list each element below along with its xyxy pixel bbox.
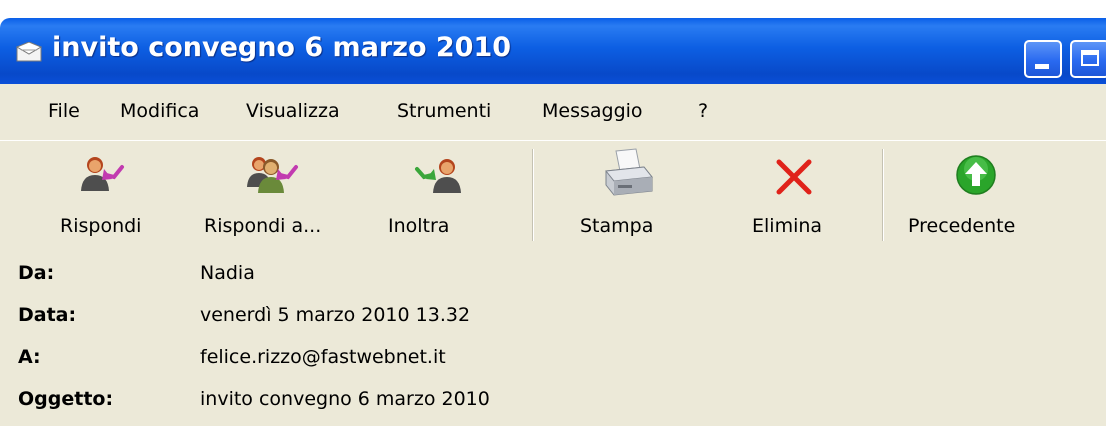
delete-button[interactable]: Elimina [730,141,870,247]
forward-icon [415,159,461,193]
date-label: Data: [18,304,77,326]
from-value: Nadia [200,262,255,284]
delete-icon [776,159,812,195]
forward-button[interactable]: Inoltra [374,141,504,247]
menu-visualizza[interactable]: Visualizza [246,100,340,122]
menu-file[interactable]: File [48,100,80,122]
menu-messaggio[interactable]: Messaggio [542,100,643,122]
printer-icon [605,148,653,196]
print-label: Stampa [580,215,654,237]
menu-modifica[interactable]: Modifica [120,100,199,122]
toolbar: Rispondi Rispondi a... Inoltra Stampa El… [0,140,1106,247]
menu-bar: File Modifica Visualizza Strumenti Messa… [0,84,1106,140]
to-label: A: [18,346,41,368]
reply-icon [81,157,124,191]
envelope-icon [16,42,42,62]
minimize-button[interactable] [1024,40,1062,78]
reply-button[interactable]: Rispondi [40,141,180,247]
window-title: invito convegno 6 marzo 2010 [52,32,512,63]
reply-label: Rispondi [60,215,142,237]
from-label: Da: [18,262,55,284]
title-bar[interactable]: invito convegno 6 marzo 2010 [0,18,1106,84]
to-value: felice.rizzo@fastwebnet.it [200,346,446,368]
message-header: Da: Nadia Data: venerdì 5 marzo 2010 13.… [0,246,1106,426]
forward-label: Inoltra [388,215,450,237]
maximize-button[interactable] [1070,40,1106,78]
toolbar-separator [532,149,534,241]
reply-all-icon [247,157,298,193]
print-button[interactable]: Stampa [560,141,700,247]
message-window: invito convegno 6 marzo 2010 File Modifi… [0,0,1106,426]
reply-all-label: Rispondi a... [204,215,322,237]
previous-label: Precedente [908,215,1016,237]
reply-all-button[interactable]: Rispondi a... [200,141,360,247]
menu-help[interactable]: ? [698,100,708,122]
subject-value: invito convegno 6 marzo 2010 [200,388,490,410]
subject-label: Oggetto: [18,388,114,410]
delete-label: Elimina [752,215,823,237]
previous-icon [956,155,996,195]
toolbar-separator [882,149,884,241]
menu-strumenti[interactable]: Strumenti [397,100,491,122]
previous-button[interactable]: Precedente [898,141,1058,247]
date-value: venerdì 5 marzo 2010 13.32 [200,304,471,326]
